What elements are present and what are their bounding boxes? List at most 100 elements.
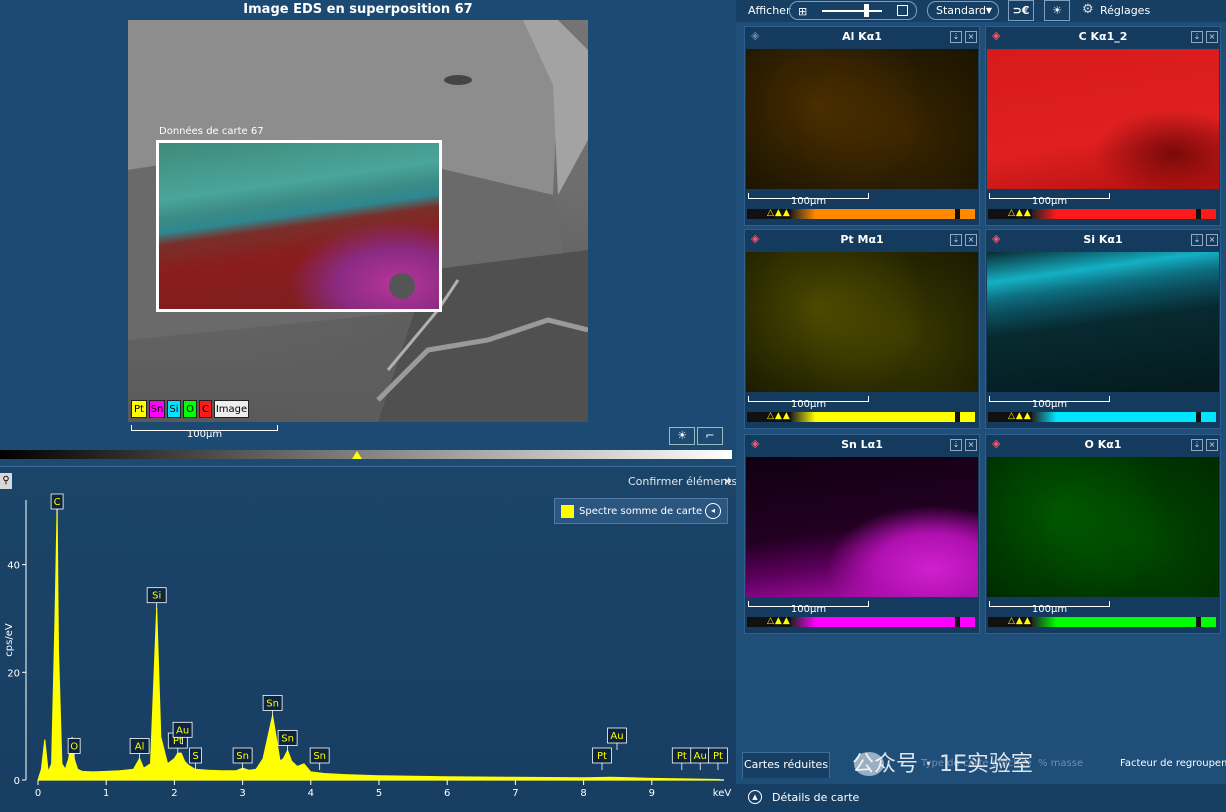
legend-chip-image[interactable]: Image (214, 400, 249, 418)
chevron-down-icon: ▼ (985, 6, 992, 15)
slider-track (822, 10, 882, 12)
colorbar-markers[interactable]: △▲▲ (767, 616, 791, 626)
legend-chip-si[interactable]: Si (167, 400, 181, 418)
tile-title: Si Kα1 (1083, 233, 1123, 246)
map-tile-1[interactable]: ◈ C Kα1_2 ⇣ × 100µm △▲▲ (985, 26, 1221, 226)
main-scalebar-label: 100µm (186, 429, 223, 440)
zoom-icon[interactable]: ⚲ (0, 473, 12, 489)
tile-colorbar[interactable]: △▲▲ (747, 208, 975, 219)
download-icon[interactable]: ⇣ (950, 31, 962, 43)
x-tick-label: 6 (444, 788, 450, 799)
size-slider[interactable]: ⊞ (789, 1, 917, 20)
settings-button[interactable]: Réglages (1100, 4, 1150, 17)
tile-colorbar[interactable]: △▲▲ (988, 208, 1216, 219)
peak-label: S (192, 751, 198, 762)
tile-header: ◈ O Kα1 ⇣ × (986, 435, 1220, 455)
map-tile-5[interactable]: ◈ O Kα1 ⇣ × 100µm △▲▲ (985, 434, 1221, 634)
tile-header: ◈ C Kα1_2 ⇣ × (986, 27, 1220, 47)
colorbar-markers[interactable]: △▲▲ (1008, 616, 1032, 626)
close-icon[interactable]: × (1206, 439, 1218, 451)
x-tick-label: 9 (649, 788, 655, 799)
tile-scalebar-label: 100µm (1031, 399, 1068, 410)
tile-colorbar[interactable]: △▲▲ (988, 616, 1216, 627)
color-swatch[interactable] (1201, 412, 1216, 422)
color-swatch[interactable] (960, 209, 975, 219)
grid-icon: ⊞ (798, 5, 808, 18)
map-tile-0[interactable]: ◈ Al Kα1 ⇣ × 100µm △▲▲ (744, 26, 980, 226)
x-tick-label: 0 (35, 788, 41, 799)
peak-label: Sn (313, 751, 326, 762)
tile-header: ◈ Al Kα1 ⇣ × (745, 27, 979, 47)
chevron-right-icon[interactable]: » (724, 474, 732, 488)
tile-colorbar[interactable]: △▲▲ (747, 616, 975, 627)
close-icon[interactable]: × (965, 31, 977, 43)
map-tile-4[interactable]: ◈ Sn Lα1 ⇣ × 100µm △▲▲ (744, 434, 980, 634)
download-icon[interactable]: ⇣ (1191, 31, 1203, 43)
brightness-icon[interactable]: ☀ (1044, 0, 1070, 21)
tab-reduced-maps[interactable]: Cartes réduites (742, 752, 830, 778)
element-map (746, 49, 978, 189)
peak-label: Pt (597, 751, 607, 762)
contrast-gradient-bar[interactable] (0, 450, 732, 459)
tile-colorbar[interactable]: △▲▲ (988, 411, 1216, 422)
peak-label: Au (176, 725, 189, 736)
color-swatch[interactable] (1201, 209, 1216, 219)
colorbar-markers[interactable]: △▲▲ (1008, 411, 1032, 421)
map-tile-2[interactable]: ◈ Pt Mα1 ⇣ × 100µm △▲▲ (744, 229, 980, 429)
expand-icon[interactable]: ▲ (748, 790, 762, 804)
x-tick-label: 8 (580, 788, 586, 799)
roi-label: Données de carte 67 (159, 126, 264, 137)
brightness-icon[interactable]: ☀ (669, 427, 695, 445)
peak-label: Pt (173, 736, 183, 747)
curve-icon[interactable]: ⌐ (697, 427, 723, 445)
contrast-min-handle[interactable] (352, 451, 362, 459)
binning-factor-label: Facteur de regroupem (1120, 758, 1226, 769)
element-map (987, 252, 1219, 392)
close-icon[interactable]: × (1206, 31, 1218, 43)
legend-chip-o[interactable]: O (183, 400, 197, 418)
legend-chip-c[interactable]: C (199, 400, 212, 418)
colorbar-markers[interactable]: △▲▲ (767, 208, 791, 218)
legend-chip-sn[interactable]: Sn (149, 400, 165, 418)
tile-colorbar[interactable]: △▲▲ (747, 411, 975, 422)
x-tick-label: 2 (171, 788, 177, 799)
colorbar-markers[interactable]: △▲▲ (1008, 208, 1032, 218)
x-tick-label: 4 (308, 788, 314, 799)
mode-select[interactable]: Standard ▼ (927, 1, 999, 20)
contrast-max-handle[interactable] (722, 451, 732, 459)
close-icon[interactable]: × (965, 234, 977, 246)
x-tick-label: 7 (512, 788, 518, 799)
roi-map-region[interactable] (156, 140, 442, 312)
color-swatch[interactable] (960, 412, 975, 422)
color-swatch[interactable] (960, 617, 975, 627)
y-axis-label: cps/eV (4, 623, 15, 657)
element-map (987, 49, 1219, 189)
colorbar-markers[interactable]: △▲▲ (767, 411, 791, 421)
close-icon[interactable]: × (965, 439, 977, 451)
tile-title: O Kα1 (1084, 438, 1122, 451)
tile-scalebar-label: 100µm (790, 604, 827, 615)
peak-label: Sn (236, 751, 249, 762)
swap-icon[interactable]: ⊃€ (1008, 0, 1034, 21)
peak-label: Pt (713, 751, 723, 762)
download-icon[interactable]: ⇣ (950, 234, 962, 246)
confirm-elements-link[interactable]: Confirmer éléments (628, 475, 737, 488)
legend-chip-pt[interactable]: Pt (131, 400, 147, 418)
close-icon[interactable]: × (1206, 234, 1218, 246)
gear-icon[interactable]: ⚙ (1082, 2, 1094, 17)
colorbar-fill (1032, 209, 1196, 219)
tile-title: Pt Mα1 (840, 233, 884, 246)
color-swatch[interactable] (1201, 617, 1216, 627)
spectrum-legend[interactable]: Spectre somme de carte ◂ (554, 498, 728, 524)
mass-percent-label[interactable]: % masse (1038, 758, 1083, 769)
legend-swatch (561, 505, 574, 518)
map-tile-3[interactable]: ◈ Si Kα1 ⇣ × 100µm △▲▲ (985, 229, 1221, 429)
tile-title: C Kα1_2 (1078, 30, 1128, 43)
details-row[interactable]: ▲ Détails de carte (736, 784, 1226, 812)
download-icon[interactable]: ⇣ (950, 439, 962, 451)
download-icon[interactable]: ⇣ (1191, 439, 1203, 451)
slider-thumb[interactable] (864, 4, 869, 17)
colorbar-fill (791, 412, 955, 422)
download-icon[interactable]: ⇣ (1191, 234, 1203, 246)
collapse-icon[interactable]: ◂ (705, 503, 721, 519)
